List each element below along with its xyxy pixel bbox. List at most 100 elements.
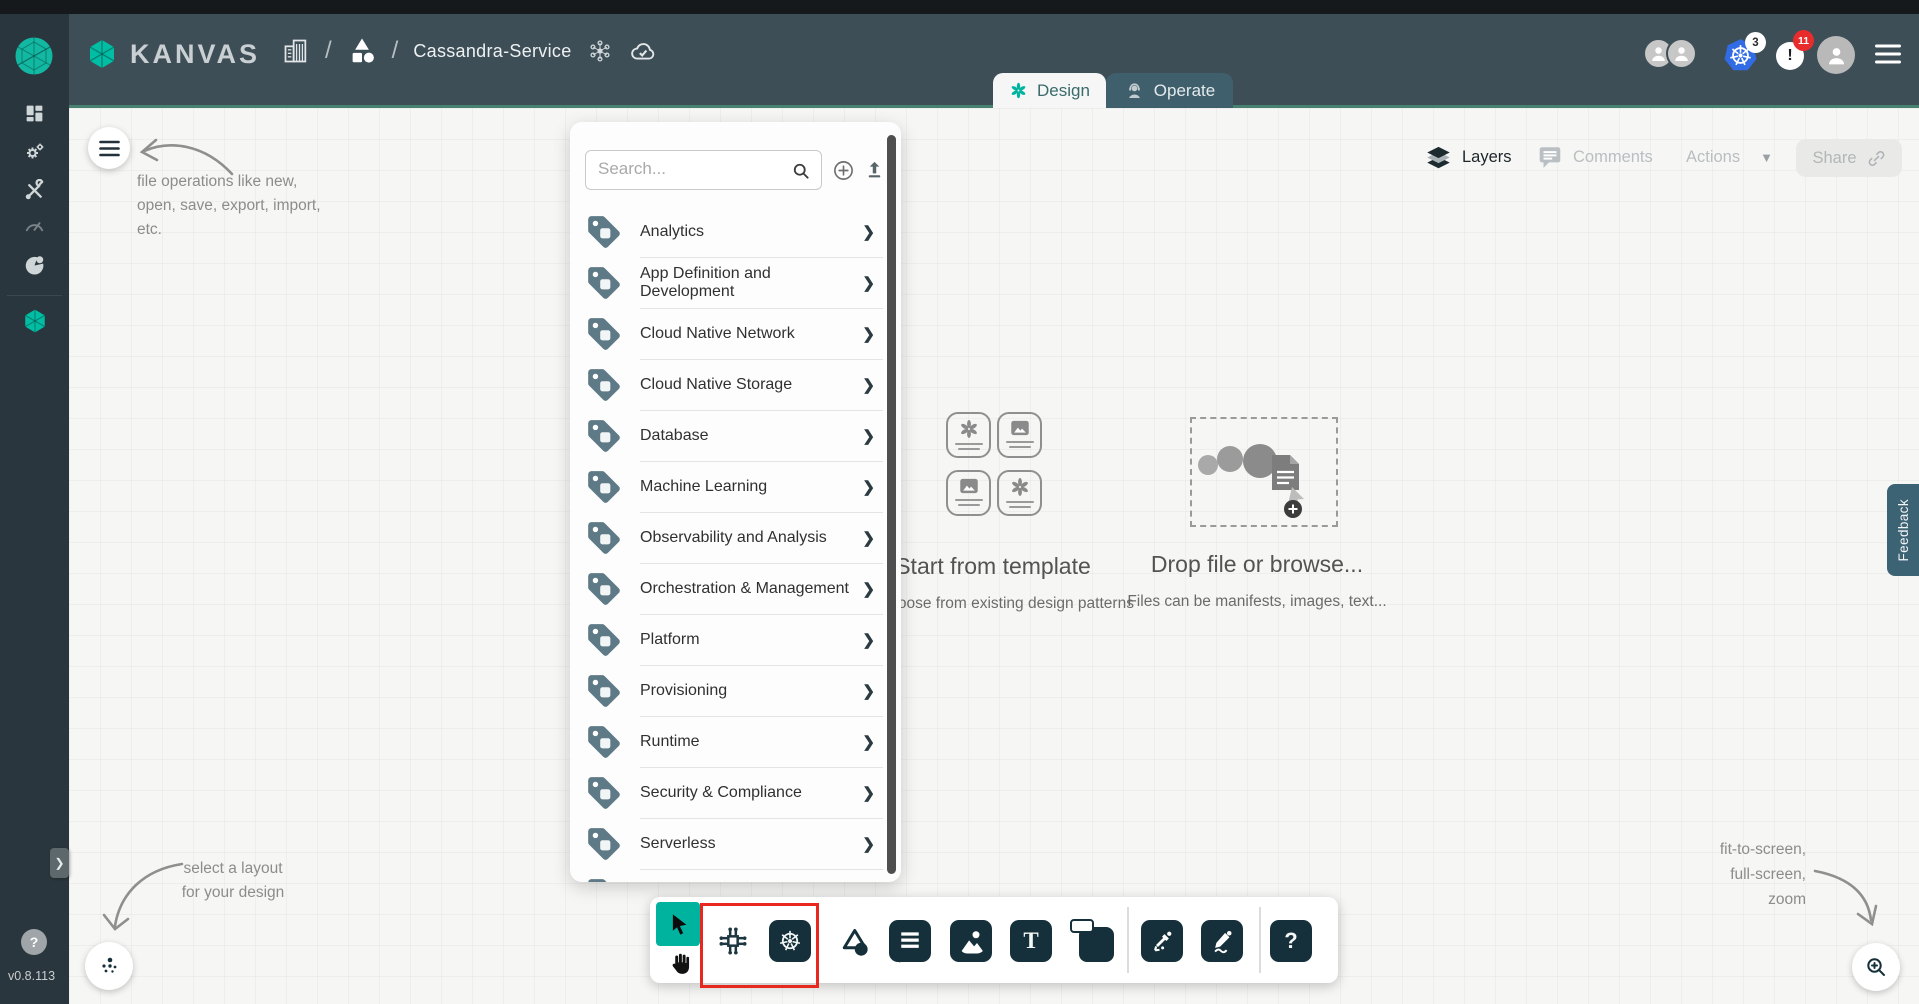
layout-selector-button[interactable] [85, 942, 133, 990]
window-top-strip [0, 0, 1919, 14]
tab-operate[interactable]: Operate [1106, 73, 1233, 108]
comment-icon [889, 918, 931, 964]
image-icon [1007, 418, 1033, 438]
tile-line [1009, 446, 1031, 448]
pinwheel-icon [958, 418, 980, 440]
organization-icon[interactable] [282, 36, 310, 66]
component-shapes-tool[interactable] [711, 919, 755, 963]
comments-button[interactable]: Comments [1537, 144, 1653, 170]
chevron-right-icon: ❯ [862, 223, 875, 241]
help-tool[interactable]: ? [1270, 920, 1312, 962]
tile-line [1006, 501, 1034, 503]
chevron-right-icon: ❯ [862, 376, 875, 394]
drop-title[interactable]: Drop file or browse... [1151, 551, 1363, 578]
kubernetes-context-switcher[interactable]: 3 [1723, 38, 1758, 78]
feedback-tab[interactable]: Feedback [1887, 484, 1919, 576]
category-row-analytics[interactable]: Analytics ❯ [570, 206, 901, 257]
tile-line [955, 443, 983, 445]
performance-gauge-icon[interactable] [0, 214, 69, 237]
menu-hamburger-icon[interactable] [1875, 43, 1901, 65]
kubernetes-count-badge: 3 [1745, 32, 1766, 53]
category-row-security[interactable]: Security & Compliance ❯ [570, 767, 901, 818]
category-row-partial[interactable] [570, 869, 901, 882]
meshery-ball-logo[interactable] [14, 36, 54, 76]
image-icon [956, 476, 982, 496]
shapes-tool[interactable] [834, 921, 874, 961]
actions-dropdown[interactable]: Actions ▼ [1686, 148, 1773, 167]
dashboard-icon[interactable] [0, 103, 69, 124]
settings-gears-icon[interactable] [0, 140, 69, 164]
tile-line [1009, 506, 1031, 508]
category-row-database[interactable]: Database ❯ [570, 410, 901, 461]
kanvas-sidebar-icon[interactable] [0, 308, 69, 334]
comment-tool[interactable] [889, 920, 931, 962]
canvas-menu-button[interactable] [88, 127, 130, 169]
caret-down-icon: ▼ [1760, 150, 1773, 165]
zoom-controls-button[interactable] [1852, 943, 1900, 991]
category-row-observability[interactable]: Observability and Analysis ❯ [570, 512, 901, 563]
drop-file-zone[interactable] [1190, 417, 1338, 527]
design-name[interactable]: Cassandra-Service [413, 41, 571, 62]
import-upload-icon[interactable] [863, 159, 886, 182]
start-from-template-button[interactable] [946, 412, 1046, 522]
pan-hand-tool[interactable] [662, 946, 696, 980]
toolbar-divider [1259, 907, 1261, 973]
cloud-sync-icon[interactable] [628, 37, 658, 65]
circuit-node-icon [713, 921, 753, 961]
chevron-right-icon: ❯ [862, 274, 875, 292]
layers-button[interactable]: Layers [1425, 144, 1512, 171]
image-tool[interactable] [950, 920, 992, 962]
category-row-platform[interactable]: Platform ❯ [570, 614, 901, 665]
kanvas-app: ❯ ? v0.8.113 KANVAS / / Cassandra-Servic… [0, 0, 1919, 1004]
brand-lockup[interactable]: KANVAS [86, 38, 260, 70]
category-label: Orchestration & Management [640, 580, 862, 598]
search-input[interactable] [598, 151, 776, 187]
toolbar-divider [1127, 907, 1129, 973]
design-graph-icon[interactable] [587, 38, 613, 64]
question-glyph: ? [1284, 928, 1297, 954]
chevron-right-icon: ❯ [862, 733, 875, 751]
category-row-machine-learning[interactable]: Machine Learning ❯ [570, 461, 901, 512]
version-label: v0.8.113 [8, 969, 55, 983]
share-button[interactable]: Share [1796, 139, 1902, 177]
image-icon [956, 926, 986, 956]
template-title[interactable]: Start from template [895, 553, 1091, 580]
tab-design[interactable]: Design [993, 73, 1106, 108]
collaborator-avatar-2[interactable] [1666, 38, 1697, 69]
person-icon [1824, 43, 1849, 68]
category-row-app-definition[interactable]: App Definition and Development ❯ [570, 257, 901, 308]
category-label: Cloud Native Storage [640, 376, 862, 394]
category-row-cloud-native-storage[interactable]: Cloud Native Storage ❯ [570, 359, 901, 410]
kubernetes-components-tool[interactable] [769, 920, 811, 962]
help-button[interactable]: ? [21, 929, 47, 955]
category-row-orchestration[interactable]: Orchestration & Management ❯ [570, 563, 901, 614]
add-component-icon[interactable] [832, 159, 855, 182]
search-field[interactable] [585, 150, 822, 190]
sheet-front-icon [1070, 919, 1094, 933]
select-tool-active[interactable] [656, 902, 700, 946]
tools-icon[interactable] [0, 179, 69, 202]
category-row-provisioning[interactable]: Provisioning ❯ [570, 665, 901, 716]
catalog-sphere-icon[interactable] [0, 254, 69, 277]
category-row-serverless[interactable]: Serverless ❯ [570, 818, 901, 869]
template-tile-design-2 [997, 470, 1042, 516]
sidebar-expand-button[interactable]: ❯ [50, 848, 69, 878]
layers-icon [1425, 144, 1452, 171]
annotation-line: etc. [137, 218, 342, 242]
annotation-line: select a layout [172, 857, 294, 881]
user-avatar[interactable] [1817, 36, 1855, 74]
pencil-tool[interactable] [1201, 920, 1243, 962]
category-tag-icon [585, 774, 623, 812]
text-tool[interactable]: T [1010, 920, 1052, 962]
category-tag-icon [585, 417, 623, 455]
notifications-button[interactable]: ! 11 [1776, 42, 1804, 70]
pen-tool[interactable] [1141, 920, 1183, 962]
panel-scrollbar[interactable] [887, 135, 896, 874]
category-row-runtime[interactable]: Runtime ❯ [570, 716, 901, 767]
category-row-cloud-native-network[interactable]: Cloud Native Network ❯ [570, 308, 901, 359]
workspace-shapes-icon[interactable] [347, 36, 377, 66]
category-tag-icon [585, 315, 623, 353]
sticky-shapes-tool[interactable] [1070, 918, 1116, 964]
annotation-line: open, save, export, import, [137, 194, 342, 218]
chevron-right-icon: ❯ [862, 580, 875, 598]
